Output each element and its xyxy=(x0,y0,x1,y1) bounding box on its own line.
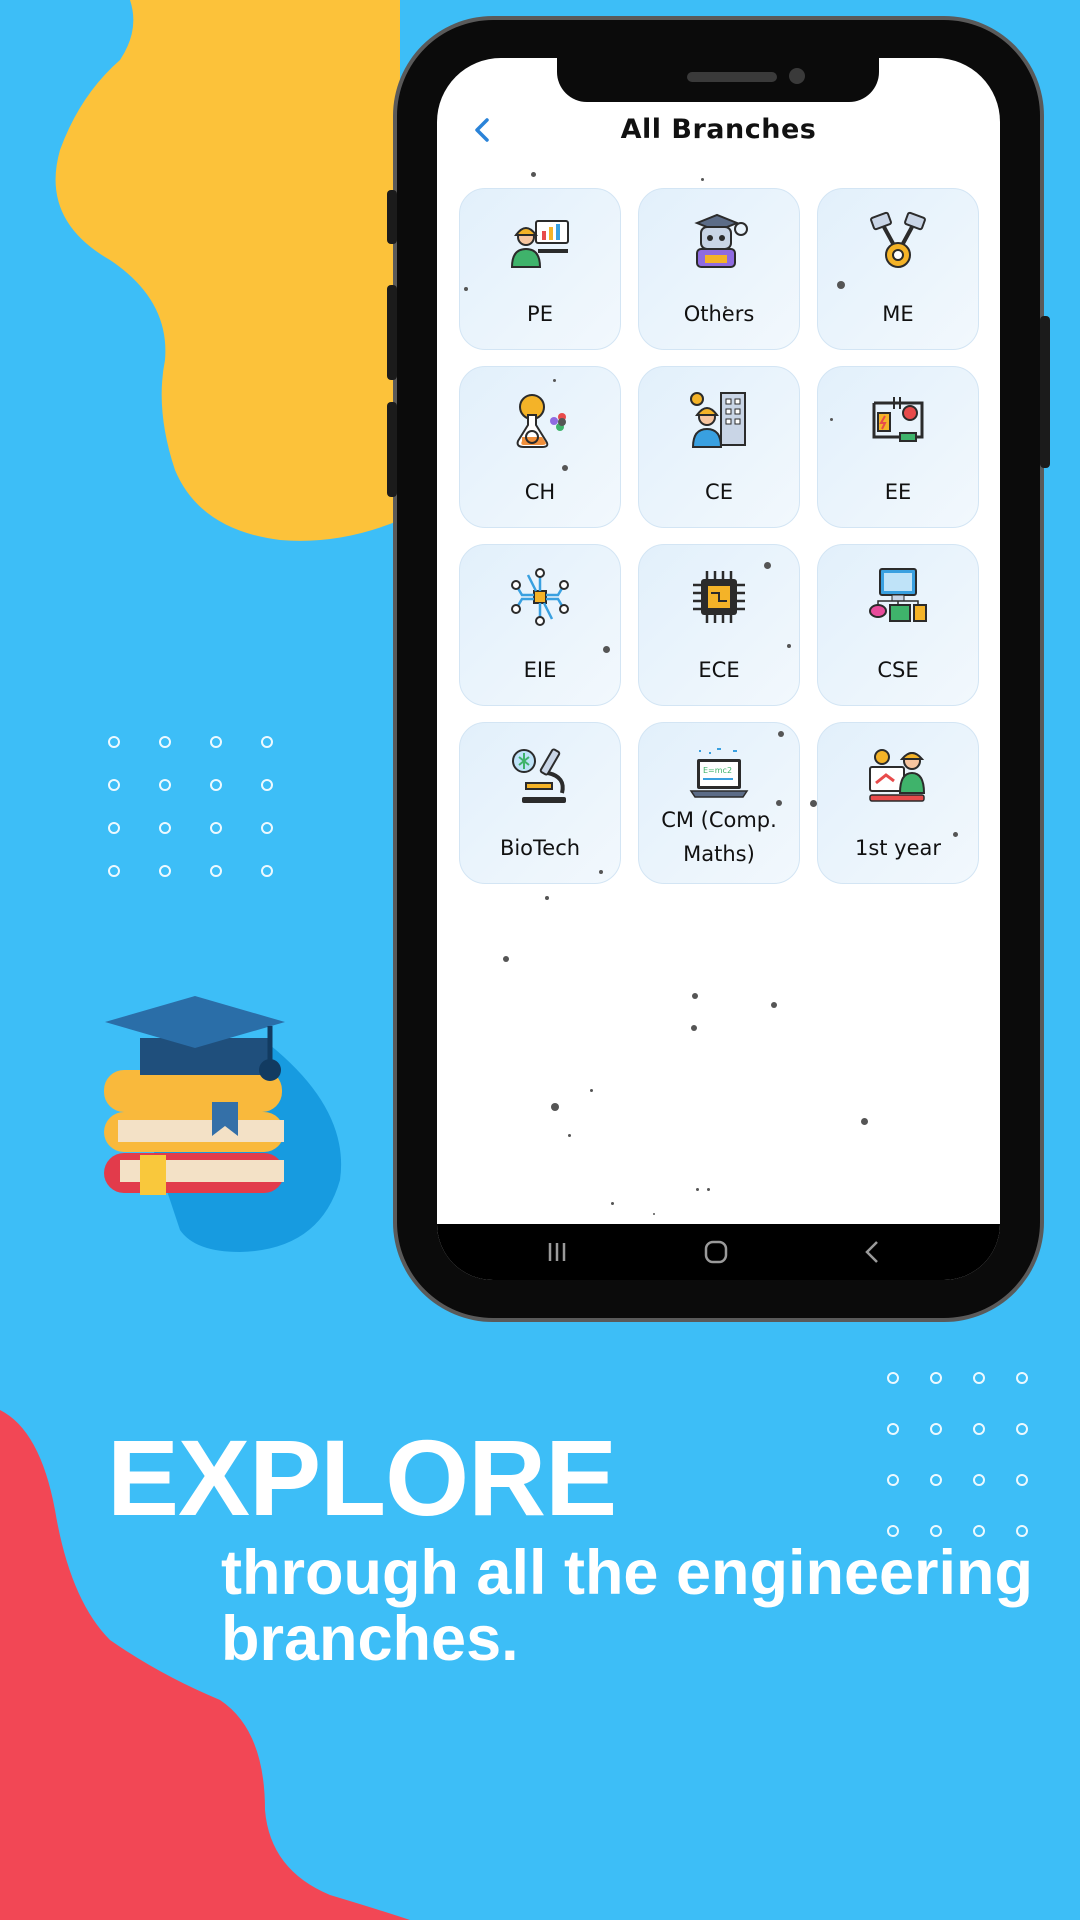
branch-card-pe[interactable]: PE xyxy=(459,188,621,350)
branch-card-others[interactable]: Others xyxy=(638,188,800,350)
branch-card-biotech[interactable]: BioTech xyxy=(459,722,621,884)
branch-label: CM (Comp. Maths) xyxy=(661,808,777,866)
branch-card-ce[interactable]: CE xyxy=(638,366,800,528)
branch-label: BioTech xyxy=(499,836,581,860)
back-icon[interactable] xyxy=(855,1234,891,1270)
phone-side-button xyxy=(387,402,397,497)
petroleum-engineer-icon xyxy=(510,220,569,268)
branch-label: ECE xyxy=(698,658,740,682)
civil-engineer-building-icon xyxy=(690,392,746,448)
phone-side-button xyxy=(1040,316,1050,468)
branch-card-ece[interactable]: ECE xyxy=(638,544,800,706)
books-graduation-cap-icon xyxy=(104,996,342,1252)
pistons-gear-icon xyxy=(870,211,926,268)
microchip-icon xyxy=(693,571,745,623)
phone-screen: All Branches PE Others ME CH CE EE EIE E… xyxy=(437,58,1000,1280)
promo-subline: through all the engineering branches. xyxy=(221,1538,1034,1674)
branch-card-ee[interactable]: EE xyxy=(817,366,979,528)
branch-label: CE xyxy=(705,480,733,504)
front-camera xyxy=(789,68,805,84)
home-icon[interactable] xyxy=(698,1234,734,1270)
speaker xyxy=(687,72,777,82)
branches-grid: PE Others ME CH CE EE EIE ECE CSE BioTec… xyxy=(459,188,979,884)
decorative-dots-left xyxy=(108,736,273,877)
branch-label: Others xyxy=(683,302,755,326)
branch-card-cse[interactable]: CSE xyxy=(817,544,979,706)
circuit-network-icon xyxy=(511,568,569,626)
decorative-dots-right xyxy=(887,1372,1028,1537)
page-title: All Branches xyxy=(620,114,817,145)
branch-label: CH xyxy=(524,480,556,504)
app-bar: All Branches xyxy=(437,104,1000,164)
system-nav-bar xyxy=(437,1224,1000,1280)
branch-card-1st-year[interactable]: 1st year xyxy=(817,722,979,884)
branch-label: CSE xyxy=(877,658,919,682)
promo-headline: EXPLORE xyxy=(107,1417,617,1538)
branch-card-eie[interactable]: EIE xyxy=(459,544,621,706)
branch-label: EE xyxy=(884,480,912,504)
student-engineer-icon xyxy=(869,749,926,802)
branch-card-me[interactable]: ME xyxy=(817,188,979,350)
robot-icon xyxy=(694,213,748,268)
recent-apps-icon[interactable] xyxy=(539,1234,575,1270)
phone-side-button xyxy=(387,285,397,380)
phone-notch xyxy=(557,58,879,102)
branch-label: ME xyxy=(882,302,914,326)
computer-network-icon xyxy=(869,568,927,622)
branch-label: PE xyxy=(527,302,553,326)
electric-circuit-icon xyxy=(872,397,924,442)
branch-label: EIE xyxy=(523,658,557,682)
phone-side-button xyxy=(387,190,397,244)
branch-card-ch[interactable]: CH xyxy=(459,366,621,528)
branch-label: 1st year xyxy=(854,836,942,860)
laptop-formula-icon: E=mc2 xyxy=(689,748,749,798)
microscope-icon xyxy=(512,748,566,803)
yellow-blob xyxy=(55,0,401,541)
phone-mockup: All Branches PE Others ME CH CE EE EIE E… xyxy=(387,20,1050,1318)
svg-text:E=mc2: E=mc2 xyxy=(703,766,732,775)
